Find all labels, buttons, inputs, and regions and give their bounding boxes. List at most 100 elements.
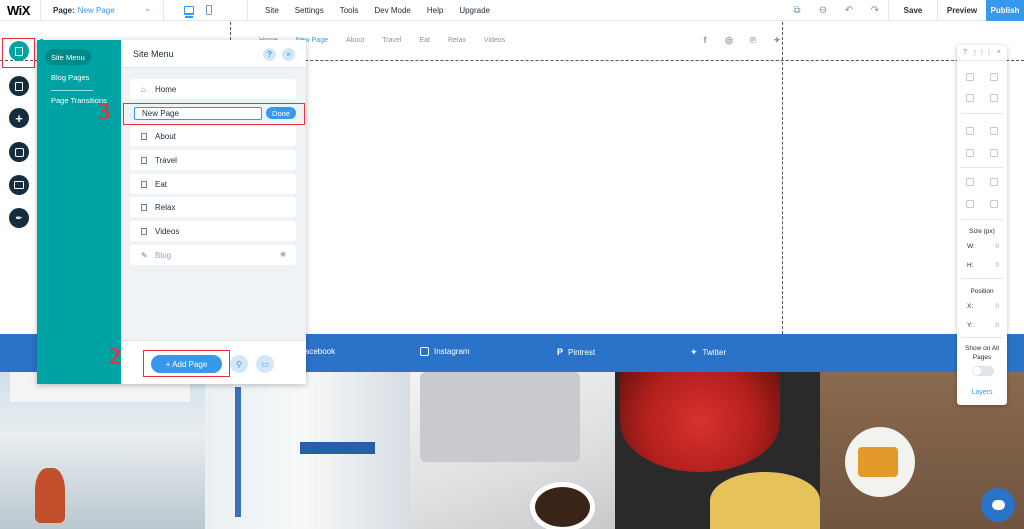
site-nav-travel[interactable]: Travel <box>373 37 410 44</box>
add-link-icon[interactable]: ⚲ <box>230 355 248 373</box>
chevron-down-icon: ⌄ <box>144 3 151 13</box>
add-elements-button[interactable]: + <box>9 108 29 128</box>
zoom-out-icon[interactable]: ⊖ <box>810 0 836 21</box>
page-item-home[interactable]: ⌂ Home <box>130 79 296 99</box>
paste-icon[interactable] <box>990 73 998 81</box>
site-nav-eat[interactable]: Eat <box>410 37 439 44</box>
arrange-icon[interactable] <box>966 127 974 135</box>
help-icon[interactable]: ? <box>263 48 276 61</box>
pages-panel: Site Menu Blog Pages Page Transitions Si… <box>37 40 306 384</box>
page-icon <box>141 132 147 140</box>
desktop-view-icon[interactable] <box>184 5 194 18</box>
delete-icon[interactable] <box>990 94 998 102</box>
height-value: 0 <box>995 262 999 269</box>
hidden-eye-icon: ◉ <box>280 251 287 258</box>
gallery-photo-laptop-coffee[interactable] <box>410 372 615 529</box>
close-icon[interactable]: × <box>282 48 295 61</box>
menu-site[interactable]: Site <box>257 6 287 15</box>
footer-instagram[interactable]: Instagram <box>420 347 470 356</box>
footer-pinterest[interactable]: P Pintrest <box>557 347 595 357</box>
page-selector-value: New Page <box>77 5 115 15</box>
page-item-travel[interactable]: Travel <box>130 150 296 170</box>
instagram-icon[interactable]: ◎ <box>724 35 734 45</box>
link-icon[interactable] <box>990 178 998 186</box>
media-button[interactable] <box>9 175 29 195</box>
y-field[interactable]: Y: 0 <box>967 322 999 329</box>
facebook-icon[interactable]: f <box>700 35 710 45</box>
page-icon <box>141 180 147 188</box>
footer-twitter-label: Twitter <box>702 348 727 357</box>
inspector-close-icon[interactable]: × <box>997 49 1001 56</box>
inspector-panel: ? ⋮⋮⋮ × Size (px) W: 0 H: 0 Position X: 0 Y… <box>957 45 1007 405</box>
undo-icon[interactable]: ↶ <box>836 0 862 21</box>
rotate-row <box>966 178 998 186</box>
inspector-divider <box>961 167 1003 168</box>
flip-vertical-icon[interactable] <box>990 200 998 208</box>
menu-dev-mode[interactable]: Dev Mode <box>366 6 418 15</box>
annotation-highlight-3 <box>123 103 305 125</box>
gallery-photo-strawberries[interactable] <box>615 372 820 529</box>
annotation-highlight-2 <box>143 350 230 377</box>
footer-twitter[interactable]: ✦ Twitter <box>690 347 726 358</box>
width-field[interactable]: W: 0 <box>967 243 999 250</box>
page-item-eat[interactable]: Eat <box>130 174 296 194</box>
tab-site-menu[interactable]: Site Menu <box>45 49 91 65</box>
redo-icon[interactable]: ↷ <box>862 0 888 21</box>
copy-icon[interactable] <box>966 73 974 81</box>
gallery-photo-greek-terrace[interactable] <box>0 372 205 529</box>
menu-tools[interactable]: Tools <box>332 6 367 15</box>
flip-horizontal-icon[interactable] <box>966 200 974 208</box>
preview-button[interactable]: Preview <box>937 0 986 21</box>
save-button[interactable]: Save <box>888 0 937 21</box>
page-item-about[interactable]: About <box>130 126 296 146</box>
menu-settings[interactable]: Settings <box>287 6 332 15</box>
panel-footer: + Add Page ⚲ ▭ <box>121 340 306 384</box>
layers-link[interactable]: Layers <box>957 389 1007 396</box>
distribute-icon[interactable] <box>966 149 974 157</box>
twitter-icon[interactable]: ✦ <box>772 35 782 45</box>
x-field[interactable]: X: 0 <box>967 303 999 310</box>
x-value: 0 <box>995 303 999 310</box>
editor-actions: ⧉ ⊖ ↶ ↷ Save Preview Publish <box>784 0 1024 21</box>
inspector-divider <box>961 278 1003 279</box>
tab-blog-pages[interactable]: Blog Pages <box>45 69 95 85</box>
mobile-view-icon[interactable] <box>206 5 212 15</box>
tab-divider <box>51 90 93 91</box>
show-on-all-pages-toggle[interactable] <box>972 366 994 376</box>
menu-help[interactable]: Help <box>419 6 451 15</box>
publish-button[interactable]: Publish <box>986 0 1024 21</box>
inspector-help-icon[interactable]: ? <box>963 49 967 56</box>
page-item-videos[interactable]: Videos <box>130 221 296 241</box>
add-folder-icon[interactable]: ▭ <box>256 355 274 373</box>
site-manager-icon[interactable]: ⧉ <box>784 0 810 21</box>
show-on-all-pages-label: Show on All Pages <box>965 345 999 361</box>
grid-guide-right <box>782 22 783 334</box>
site-nav-relax[interactable]: Relax <box>439 37 475 44</box>
gallery-photo-white-alley[interactable] <box>205 372 410 529</box>
add-apps-button[interactable] <box>9 142 29 162</box>
height-field[interactable]: H: 0 <box>967 262 999 269</box>
blog-button[interactable]: ✒ <box>9 208 29 228</box>
page-item-blog[interactable]: ✎ Blog ◉ <box>130 245 296 265</box>
match-size-icon[interactable] <box>990 149 998 157</box>
position-title: Position <box>970 288 994 295</box>
page-item-relax[interactable]: Relax <box>130 197 296 217</box>
rotate-icon[interactable] <box>966 178 974 186</box>
page-item-label: Home <box>155 84 177 94</box>
photo-gallery[interactable] <box>0 372 1024 529</box>
site-nav-about[interactable]: About <box>337 37 373 44</box>
chat-bubble-icon[interactable] <box>981 488 1015 522</box>
drag-handle-icon[interactable]: ⋮⋮⋮ <box>971 49 992 57</box>
inspector-divider <box>961 113 1003 114</box>
menu-upgrade[interactable]: Upgrade <box>451 6 498 15</box>
align-icon[interactable] <box>990 127 998 135</box>
duplicate-icon[interactable] <box>966 94 974 102</box>
page-selector[interactable]: Page: New Page ⌄ <box>40 0 164 21</box>
background-button[interactable] <box>9 76 29 96</box>
pinterest-icon[interactable]: ℗ <box>748 35 758 45</box>
panel-title: Site Menu <box>133 49 174 59</box>
footer-instagram-label: Instagram <box>434 347 470 356</box>
wix-logo[interactable]: WiX <box>0 3 40 18</box>
site-nav-videos[interactable]: Videos <box>475 37 514 44</box>
device-switcher <box>164 0 248 21</box>
